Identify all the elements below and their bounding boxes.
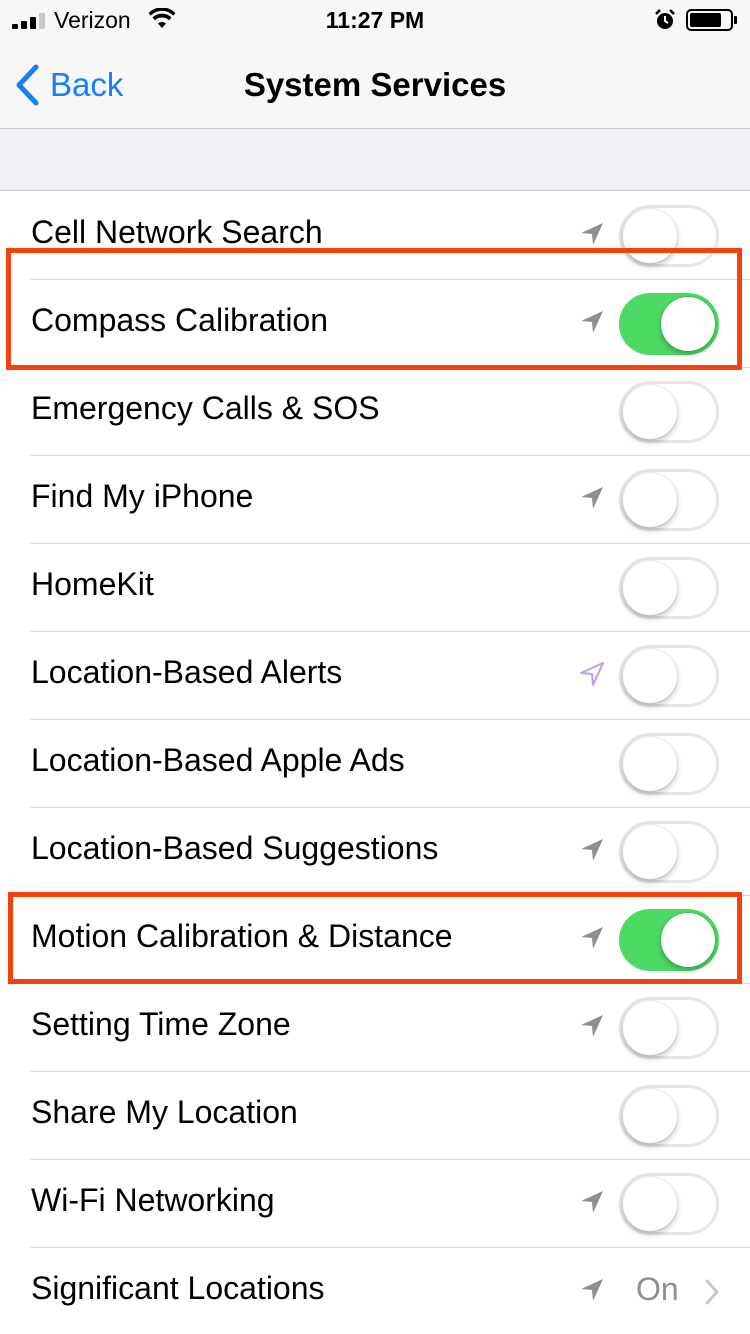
toggle-knob — [623, 649, 677, 703]
toggle-switch[interactable] — [619, 733, 719, 795]
settings-row-find-my-iphone: Find My iPhone — [0, 456, 750, 544]
settings-row-location-based-alerts: Location-Based Alerts — [0, 632, 750, 720]
toggle-switch[interactable] — [619, 1173, 719, 1235]
row-label: Share My Location — [31, 1094, 298, 1130]
status-time: 11:27 PM — [325, 7, 425, 33]
status-bar: Verizon 11:27 PM — [0, 0, 750, 40]
location-arrow-icon — [581, 311, 603, 333]
settings-row-motion-calibration-and-distance: Motion Calibration & Distance — [0, 896, 750, 984]
settings-row-wi-fi-networking: Wi-Fi Networking — [0, 1160, 750, 1248]
battery-icon — [686, 9, 737, 31]
toggle-knob — [623, 473, 677, 527]
location-arrow-icon — [581, 1015, 603, 1037]
settings-row-homekit: HomeKit — [0, 544, 750, 632]
settings-row-location-based-suggestions: Location-Based Suggestions — [0, 808, 750, 896]
section-spacer — [0, 129, 750, 191]
toggle-knob — [623, 1089, 677, 1143]
toggle-knob — [623, 737, 677, 791]
row-label: Find My iPhone — [31, 478, 254, 514]
row-label: Cell Network Search — [31, 214, 323, 250]
toggle-switch[interactable] — [619, 205, 719, 267]
chevron-right-icon — [705, 1279, 719, 1305]
navigation-bar: Back System Services — [0, 40, 750, 129]
system-services-list: Cell Network Search Compass Calibration Em… — [0, 192, 750, 1334]
settings-row-location-based-apple-ads: Location-Based Apple Ads — [0, 720, 750, 808]
row-label: Wi-Fi Networking — [31, 1182, 275, 1218]
row-label: Setting Time Zone — [31, 1006, 291, 1042]
toggle-knob — [623, 561, 677, 615]
toggle-knob — [661, 913, 715, 967]
toggle-switch[interactable] — [619, 381, 719, 443]
row-label: Location-Based Suggestions — [31, 830, 439, 866]
settings-row-emergency-calls-and-sos: Emergency Calls & SOS — [0, 368, 750, 456]
settings-row-cell-network-search: Cell Network Search — [0, 192, 750, 280]
toggle-knob — [661, 297, 715, 351]
row-label: Compass Calibration — [31, 302, 329, 338]
toggle-switch[interactable] — [619, 557, 719, 619]
page-title: System Services — [243, 66, 507, 103]
toggle-switch[interactable] — [619, 469, 719, 531]
row-label: Emergency Calls & SOS — [31, 390, 380, 426]
row-label: Location-Based Apple Ads — [31, 742, 405, 778]
row-label: Location-Based Alerts — [31, 654, 343, 690]
toggle-switch[interactable] — [619, 1085, 719, 1147]
settings-row-share-my-location: Share My Location — [0, 1072, 750, 1160]
toggle-knob — [623, 1177, 677, 1231]
location-arrow-icon — [581, 1191, 603, 1213]
row-detail-value: On — [636, 1271, 679, 1307]
toggle-switch[interactable] — [619, 909, 719, 971]
toggle-switch[interactable] — [619, 293, 719, 355]
toggle-switch[interactable] — [619, 997, 719, 1059]
location-arrow-icon — [581, 839, 603, 861]
settings-row-compass-calibration: Compass Calibration — [0, 280, 750, 368]
toggle-knob — [623, 825, 677, 879]
toggle-switch[interactable] — [619, 821, 719, 883]
alarm-clock-icon — [655, 9, 675, 29]
location-arrow-icon — [581, 487, 603, 509]
toggle-switch[interactable] — [619, 645, 719, 707]
location-arrow-icon — [581, 223, 603, 245]
row-label: Significant Locations — [31, 1270, 325, 1306]
location-arrow-outline-icon — [580, 662, 604, 686]
iphone-screen: Verizon 11:27 PM Back System Services Ce… — [0, 0, 750, 1334]
row-label: HomeKit — [31, 566, 154, 602]
location-arrow-icon — [581, 1279, 603, 1301]
settings-row-setting-time-zone: Setting Time Zone — [0, 984, 750, 1072]
toggle-knob — [623, 385, 677, 439]
settings-row-significant-locations[interactable]: Significant Locations On — [0, 1248, 750, 1334]
toggle-knob — [623, 1001, 677, 1055]
location-arrow-icon — [581, 927, 603, 949]
toggle-knob — [623, 209, 677, 263]
row-label: Motion Calibration & Distance — [31, 918, 453, 954]
